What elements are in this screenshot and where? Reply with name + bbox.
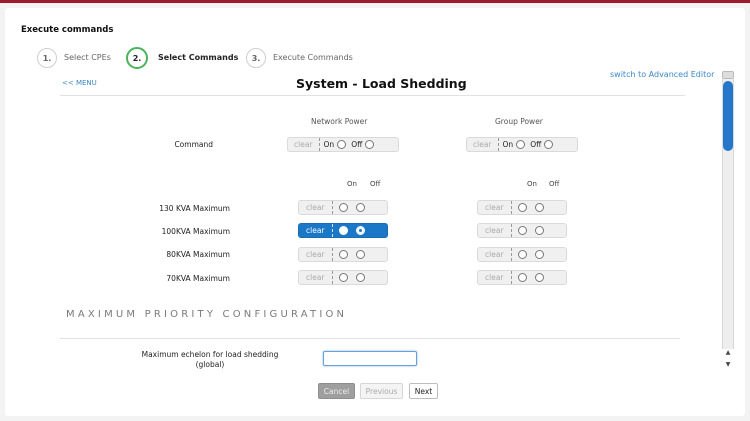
step-2-indicator[interactable]: 2. [126, 47, 148, 69]
section-divider [60, 338, 680, 339]
row-130kva-group-control: clear [477, 200, 567, 215]
scrollbar-top-cap[interactable] [722, 71, 734, 79]
network-command-clear-button[interactable]: clear [288, 138, 320, 151]
advanced-editor-link[interactable]: switch to Advanced Editor [610, 70, 714, 79]
row-70kva-group-control: clear [477, 270, 567, 285]
row-80kva-network-clear-button[interactable]: clear [299, 248, 333, 261]
row-70kva-network-clear-button[interactable]: clear [299, 271, 333, 284]
row-130kva-network-control: clear [298, 200, 388, 215]
row-100kva-group-control: clear [477, 223, 567, 238]
row-130kva-label: 130 KVA Maximum [159, 204, 230, 213]
network-on-header: On [347, 180, 357, 188]
group-command-clear-button[interactable]: clear [467, 138, 499, 151]
step-2-label[interactable]: Select Commands [158, 53, 238, 62]
row-130kva-network-on-radio[interactable] [338, 203, 348, 212]
max-echelon-label-line1: Maximum echelon for load shedding [141, 350, 279, 359]
row-70kva-network-on-radio[interactable] [338, 273, 348, 282]
network-off-header: Off [370, 180, 381, 188]
cancel-button[interactable]: Cancel [318, 383, 355, 399]
network-command-on-label: On [323, 140, 335, 149]
next-button[interactable]: Next [409, 383, 438, 399]
row-70kva-group-clear-button[interactable]: clear [478, 271, 512, 284]
row-80kva-label: 80KVA Maximum [166, 250, 230, 259]
step-3-indicator[interactable]: 3. [246, 48, 266, 68]
group-command-off-radio[interactable] [544, 140, 554, 149]
top-accent-bar [0, 0, 750, 3]
menu-link[interactable]: << MENU [62, 79, 97, 87]
scrollbar-thumb[interactable] [723, 81, 733, 151]
group-command-on-label: On [502, 140, 514, 149]
group-command-control: clear On Off [466, 137, 578, 152]
group-on-header: On [527, 180, 537, 188]
row-130kva-network-clear-button[interactable]: clear [299, 201, 333, 214]
step-1-indicator[interactable]: 1. [37, 48, 57, 68]
row-130kva-network-off-radio[interactable] [355, 203, 365, 212]
row-70kva-group-off-radio[interactable] [534, 273, 544, 282]
row-80kva-network-on-radio[interactable] [338, 250, 348, 259]
scroll-up-arrow-icon[interactable]: ▲ [724, 349, 732, 356]
row-80kva-network-off-radio[interactable] [355, 250, 365, 259]
row-70kva-label: 70KVA Maximum [166, 274, 230, 283]
group-command-off-label: Off [530, 140, 542, 149]
max-echelon-input[interactable] [323, 351, 417, 366]
row-130kva-group-on-radio[interactable] [517, 203, 527, 212]
row-70kva-network-off-radio[interactable] [355, 273, 365, 282]
row-80kva-group-off-radio[interactable] [534, 250, 544, 259]
row-100kva-group-off-radio[interactable] [534, 226, 544, 235]
max-echelon-label: Maximum echelon for load shedding (globa… [120, 350, 300, 370]
row-130kva-group-clear-button[interactable]: clear [478, 201, 512, 214]
row-100kva-network-off-radio[interactable] [355, 226, 365, 235]
section-title: MAXIMUM PRIORITY CONFIGURATION [66, 309, 348, 320]
command-row-label: Command [174, 140, 213, 149]
group-off-header: Off [549, 180, 560, 188]
row-100kva-network-control: clear [298, 223, 388, 238]
row-100kva-group-on-radio[interactable] [517, 226, 527, 235]
row-100kva-label: 100KVA Maximum [161, 227, 230, 236]
row-130kva-group-off-radio[interactable] [534, 203, 544, 212]
previous-button[interactable]: Previous [360, 383, 403, 399]
group-command-on-radio[interactable] [516, 140, 526, 149]
network-command-on-radio[interactable] [337, 140, 347, 149]
network-power-header: Network Power [311, 117, 368, 126]
max-echelon-label-line2: (global) [195, 360, 225, 369]
network-command-off-label: Off [351, 140, 363, 149]
network-command-control: clear On Off [287, 137, 399, 152]
scroll-down-arrow-icon[interactable]: ▼ [724, 361, 732, 368]
row-70kva-network-control: clear [298, 270, 388, 285]
row-100kva-group-clear-button[interactable]: clear [478, 224, 512, 237]
group-power-header: Group Power [495, 117, 543, 126]
row-80kva-group-on-radio[interactable] [517, 250, 527, 259]
window-title: Execute commands [21, 25, 114, 35]
row-70kva-group-on-radio[interactable] [517, 273, 527, 282]
row-80kva-network-control: clear [298, 247, 388, 262]
row-100kva-network-on-radio[interactable] [338, 226, 348, 235]
row-80kva-group-control: clear [477, 247, 567, 262]
page-title: System - Load Shedding [296, 76, 467, 91]
step-3-label[interactable]: Execute Commands [273, 53, 353, 62]
network-command-off-radio[interactable] [365, 140, 375, 149]
row-80kva-group-clear-button[interactable]: clear [478, 248, 512, 261]
step-1-label[interactable]: Select CPEs [64, 53, 111, 62]
divider [60, 95, 685, 96]
row-100kva-network-clear-button[interactable]: clear [299, 224, 333, 237]
